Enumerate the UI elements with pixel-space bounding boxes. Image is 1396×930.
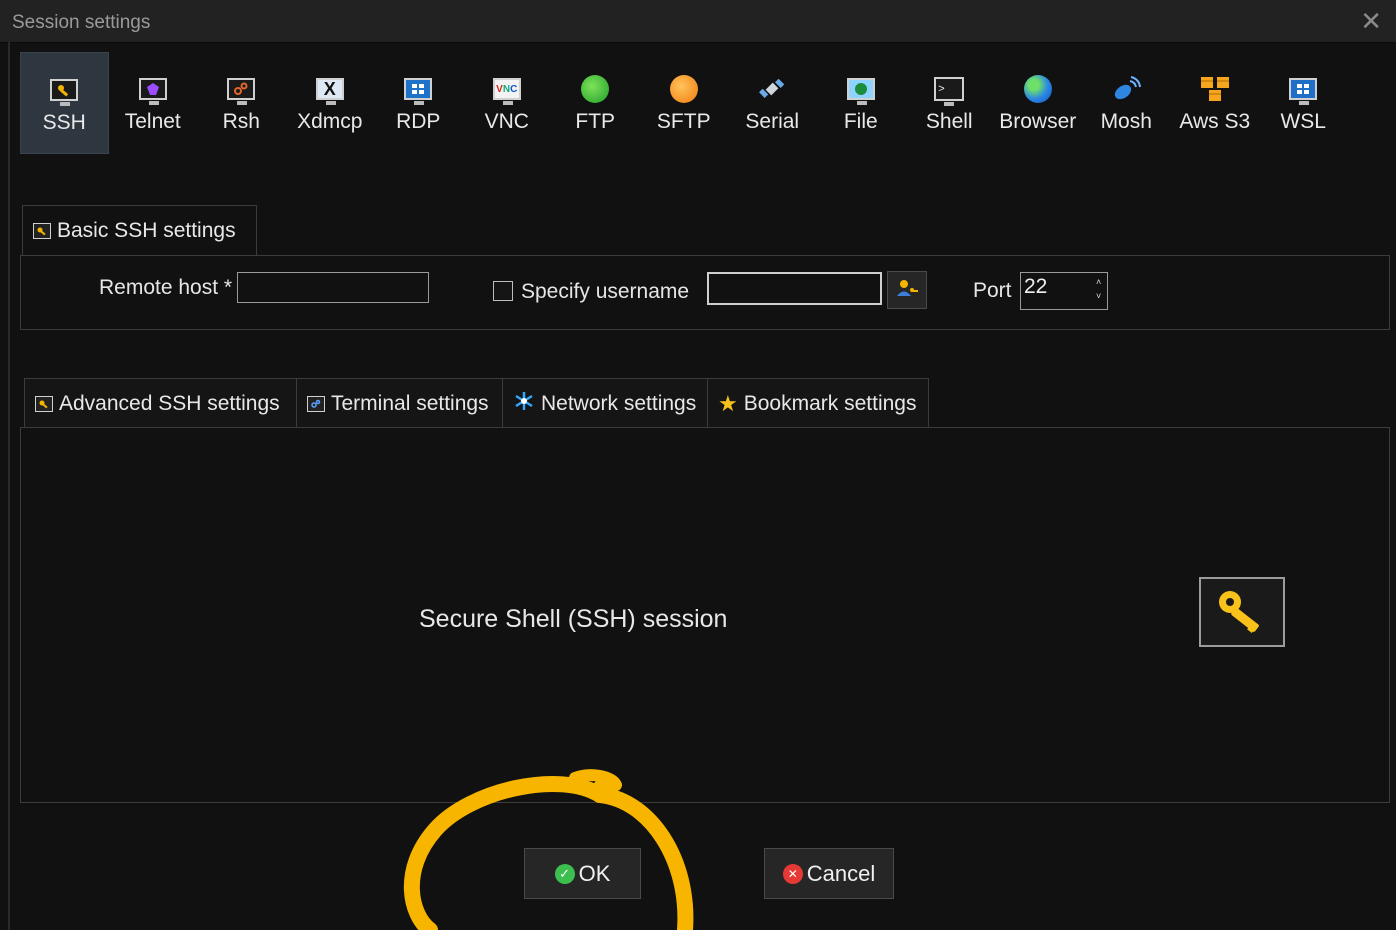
user-picker-button[interactable] — [887, 271, 927, 309]
windows-monitor-icon — [402, 74, 434, 105]
session-type-shell[interactable]: > Shell — [905, 52, 994, 154]
ok-button[interactable]: ✓ OK — [524, 848, 641, 899]
title-bar: Session settings ✕ — [0, 0, 1396, 43]
session-type-vnc[interactable]: VNC VNC — [463, 52, 552, 154]
key-icon — [48, 75, 80, 106]
terminal-gear-icon — [307, 395, 325, 412]
satellite-dish-icon — [1110, 74, 1142, 104]
tab-label: Network settings — [541, 391, 697, 415]
ssh-key-icon — [1199, 577, 1285, 647]
cancel-icon: ✕ — [782, 863, 803, 884]
tab-bookmark-settings[interactable]: ★ Bookmark settings — [707, 378, 929, 428]
tab-basic-ssh-settings[interactable]: Basic SSH settings — [22, 205, 257, 256]
session-type-telnet[interactable]: Telnet — [109, 52, 198, 154]
session-type-label: SFTP — [656, 110, 711, 133]
session-type-wsl[interactable]: WSL — [1259, 52, 1348, 154]
remote-host-input[interactable] — [237, 272, 429, 303]
session-type-ssh[interactable]: SSH — [20, 52, 109, 154]
tab-label: Bookmark settings — [743, 391, 917, 415]
ok-label: OK — [578, 860, 611, 886]
session-type-label: Rsh — [222, 110, 260, 133]
session-type-label: Telnet — [124, 110, 181, 133]
session-type-label: WSL — [1280, 110, 1326, 133]
vnc-monitor-icon: VNC — [491, 74, 523, 105]
basic-settings-panel: Remote host * Specify username Port ˄ ˅ — [20, 255, 1390, 330]
window-title: Session settings — [12, 12, 151, 33]
spin-up-icon[interactable]: ˄ — [1096, 277, 1104, 287]
session-type-label: Mosh — [1100, 110, 1152, 133]
remote-host-label: Remote host * — [99, 276, 233, 299]
earth-icon — [1022, 74, 1054, 104]
windows-icon — [1287, 74, 1319, 105]
gears-icon — [225, 74, 257, 105]
tab-label: Terminal settings — [331, 391, 489, 415]
tab-network-settings[interactable]: Network settings — [502, 378, 708, 428]
session-type-rsh[interactable]: Rsh — [197, 52, 286, 154]
session-type-sftp[interactable]: SFTP — [640, 52, 729, 154]
session-type-label: Serial — [745, 110, 800, 133]
star-icon: ★ — [718, 390, 738, 416]
x-monitor-icon: X — [314, 74, 346, 105]
specify-username-label: Specify username — [521, 280, 690, 303]
tab-terminal-settings[interactable]: Terminal settings — [296, 378, 503, 428]
network-star-icon — [513, 390, 535, 418]
session-type-label: Browser — [999, 110, 1077, 133]
key-icon — [35, 395, 53, 412]
session-type-label: RDP — [396, 110, 441, 133]
session-type-aws-s3[interactable]: Aws S3 — [1171, 52, 1260, 154]
satellite-icon — [756, 74, 788, 104]
session-type-toolbar: SSH Telnet Rsh X Xdmcp RDP VNC VNC FTP S… — [20, 52, 1348, 154]
session-type-label: FTP — [575, 110, 616, 133]
session-type-file[interactable]: File — [817, 52, 906, 154]
session-type-label: Aws S3 — [1179, 110, 1251, 133]
required-marker: * — [223, 276, 233, 299]
port-spinbox[interactable]: ˄ ˅ — [1020, 272, 1108, 310]
green-globe-icon — [579, 74, 611, 104]
port-input[interactable] — [1020, 272, 1108, 310]
session-type-label: SSH — [42, 111, 86, 134]
key-icon — [33, 223, 51, 239]
session-type-label: File — [843, 110, 878, 133]
session-type-browser[interactable]: Browser — [994, 52, 1083, 154]
session-type-xdmcp[interactable]: X Xdmcp — [286, 52, 375, 154]
session-type-rdp[interactable]: RDP — [374, 52, 463, 154]
orange-globe-icon — [668, 74, 700, 104]
spin-down-icon[interactable]: ˅ — [1096, 291, 1104, 301]
session-description: Secure Shell (SSH) session — [419, 605, 728, 633]
session-type-serial[interactable]: Serial — [728, 52, 817, 154]
specify-username-checkbox[interactable] — [493, 281, 513, 301]
session-type-label: VNC — [484, 110, 529, 133]
cancel-label: Cancel — [806, 860, 876, 886]
session-type-label: Shell — [925, 110, 973, 133]
session-type-ftp[interactable]: FTP — [551, 52, 640, 154]
port-label: Port — [973, 279, 1012, 302]
tab-label: Advanced SSH settings — [59, 391, 280, 415]
close-icon[interactable]: ✕ — [1360, 6, 1382, 37]
session-type-label: Xdmcp — [297, 110, 363, 133]
tab-advanced-ssh-settings[interactable]: Advanced SSH settings — [24, 378, 297, 428]
username-input[interactable] — [707, 272, 882, 305]
cubes-icon — [1199, 74, 1231, 104]
tab-label: Basic SSH settings — [57, 219, 236, 242]
check-icon: ✓ — [554, 863, 575, 884]
monitor-globe-icon — [845, 74, 877, 105]
session-type-mosh[interactable]: Mosh — [1082, 52, 1171, 154]
gem-icon — [137, 74, 169, 105]
user-key-icon — [896, 277, 918, 303]
terminal-icon: > — [933, 74, 965, 106]
cancel-button[interactable]: ✕ Cancel — [764, 848, 894, 899]
